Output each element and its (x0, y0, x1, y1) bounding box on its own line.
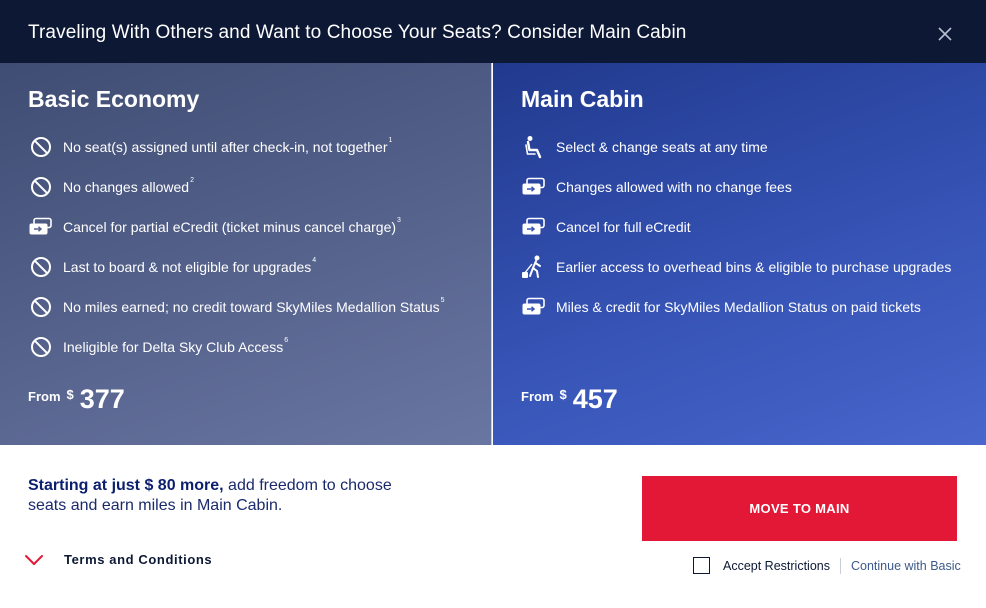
accept-restrictions-label[interactable]: Accept Restrictions (723, 559, 830, 573)
move-to-main-button[interactable]: MOVE TO MAIN (642, 476, 957, 541)
traveler-icon (521, 254, 547, 280)
basic-feature-text: Ineligible for Delta Sky Club Access (63, 339, 284, 355)
ticket-icon (28, 214, 54, 240)
continue-with-basic-link[interactable]: Continue with Basic (851, 559, 961, 573)
main-cabin-panel: Main Cabin Select & change seats at any … (493, 63, 986, 445)
basic-feature-text: No miles earned; no credit toward SkyMil… (63, 299, 440, 315)
ticket-icon (521, 174, 547, 200)
footnote-marker: 3 (397, 217, 401, 224)
basic-feature-text: No seat(s) assigned until after check-in… (63, 139, 388, 155)
main-feature: Cancel for full eCredit (521, 214, 691, 240)
no-icon (28, 134, 54, 160)
basic-feature-text: Last to board & not eligible for upgrade… (63, 259, 312, 275)
upgrade-promo-text: Starting at just $ 80 more, add freedom … (28, 476, 428, 516)
footnote-marker: 6 (284, 337, 289, 344)
basic-feature-text: No changes allowed (63, 179, 190, 195)
footnote-marker: 2 (190, 177, 194, 184)
price-currency: $ (559, 387, 567, 402)
ticket-icon (521, 214, 547, 240)
basic-economy-title: Basic Economy (28, 86, 200, 112)
main-feature: Miles & credit for SkyMiles Medallion St… (521, 294, 921, 320)
main-feature: Changes allowed with no change fees (521, 174, 792, 200)
promo-highlight: Starting at just $ 80 more, (28, 477, 224, 494)
accept-restrictions-row: Accept Restrictions Continue with Basic (693, 557, 961, 574)
chevron-down-icon (25, 554, 43, 565)
divider (839, 557, 841, 574)
seat-icon (521, 134, 547, 160)
main-feature-text: Changes allowed with no change fees (556, 179, 792, 195)
modal-title: Traveling With Others and Want to Choose… (28, 22, 687, 43)
no-icon (28, 334, 54, 360)
no-icon (28, 254, 54, 280)
main-feature-text: Miles & credit for SkyMiles Medallion St… (556, 299, 921, 315)
main-feature-text: Earlier access to overhead bins & eligib… (556, 259, 952, 275)
close-icon (938, 27, 952, 41)
no-icon (28, 174, 54, 200)
price-currency: $ (66, 387, 74, 402)
modal-header: Traveling With Others and Want to Choose… (0, 0, 986, 63)
price-from-label: From (521, 389, 554, 404)
footnote-marker: 4 (312, 257, 317, 264)
no-icon (28, 294, 54, 320)
main-feature: Select & change seats at any time (521, 134, 768, 160)
main-feature: Earlier access to overhead bins & eligib… (521, 254, 951, 280)
basic-feature-text: Cancel for partial eCredit (ticket minus… (63, 219, 397, 235)
basic-economy-price: From $ 377 (28, 382, 125, 416)
basic-feature: No changes allowed2 (28, 174, 194, 200)
basic-feature: No seat(s) assigned until after check-in… (28, 134, 392, 160)
price-amount: 457 (572, 384, 618, 414)
ticket-icon (521, 294, 547, 320)
accept-restrictions-checkbox[interactable] (693, 557, 710, 574)
basic-feature: No miles earned; no credit toward SkyMil… (28, 294, 445, 320)
basic-feature: Ineligible for Delta Sky Club Access6 (28, 334, 288, 360)
main-cabin-title: Main Cabin (521, 86, 644, 112)
footnote-marker: 5 (440, 297, 445, 304)
footnote-marker: 1 (388, 137, 393, 144)
basic-economy-panel: Basic Economy No seat(s) assigned until … (0, 63, 492, 445)
main-cabin-price: From $ 457 (521, 382, 618, 416)
main-feature-text: Select & change seats at any time (556, 139, 768, 155)
price-from-label: From (28, 389, 61, 404)
basic-feature: Last to board & not eligible for upgrade… (28, 254, 316, 280)
main-feature-text: Cancel for full eCredit (556, 219, 691, 235)
price-amount: 377 (79, 384, 125, 414)
close-button[interactable] (932, 21, 958, 47)
basic-feature: Cancel for partial eCredit (ticket minus… (28, 214, 401, 240)
terms-label: Terms and Conditions (64, 552, 213, 567)
terms-toggle[interactable]: Terms and Conditions (24, 552, 212, 567)
